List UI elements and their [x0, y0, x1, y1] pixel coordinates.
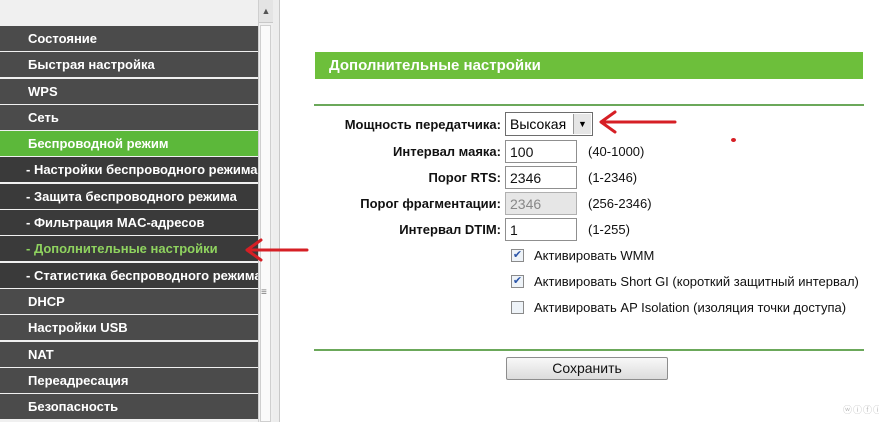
dtim-interval-input[interactable]: [505, 218, 577, 241]
sidebar-item-advanced-settings[interactable]: - Дополнительные настройки: [0, 236, 258, 262]
sidebar-item-security[interactable]: Безопасность: [0, 394, 258, 420]
sidebar-item-dhcp[interactable]: DHCP: [0, 288, 258, 314]
beacon-interval-label: Интервал маяка:: [393, 144, 501, 159]
beacon-interval-input[interactable]: [505, 140, 577, 163]
tx-power-value: Высокая: [510, 116, 567, 132]
dtim-interval-label: Интервал DTIM:: [399, 222, 501, 237]
bottom-divider: [314, 349, 864, 351]
scrollbar-thumb[interactable]: [260, 25, 271, 422]
chevron-down-icon[interactable]: ▼: [573, 114, 591, 134]
sidebar-item-wps[interactable]: WPS: [0, 78, 258, 104]
dtim-interval-hint: (1-255): [588, 222, 630, 237]
tx-power-select[interactable]: Высокая ▼: [505, 112, 593, 136]
save-button[interactable]: Сохранить: [506, 357, 668, 380]
sidebar-item-forwarding[interactable]: Переадресация: [0, 367, 258, 393]
sidebar-item-quick-setup[interactable]: Быстрая настройка: [0, 52, 258, 78]
main-panel: Дополнительные настройки Мощность переда…: [281, 0, 879, 422]
page-title: Дополнительные настройки: [315, 52, 863, 79]
wmm-label: Активировать WMM: [534, 248, 655, 263]
sidebar-scrollbar[interactable]: ▲ ≡: [258, 0, 273, 422]
rts-threshold-input[interactable]: [505, 166, 577, 189]
annotation-dot: [731, 138, 736, 142]
ap-isolation-checkbox[interactable]: [511, 301, 524, 314]
tx-power-label: Мощность передатчика:: [344, 117, 501, 132]
sidebar-item-usb-settings[interactable]: Настройки USB: [0, 315, 258, 341]
fragmentation-threshold-label: Порог фрагментации:: [360, 196, 501, 211]
sidebar-item-wireless-statistics[interactable]: - Статистика беспроводного режима: [0, 262, 258, 288]
sidebar-item-nat[interactable]: NAT: [0, 341, 258, 367]
watermark: ⓦⓘⓕⓘ: [843, 405, 879, 415]
rts-threshold-label: Порог RTS:: [428, 170, 501, 185]
ap-isolation-label: Активировать AP Isolation (изоляция точк…: [534, 300, 847, 315]
rts-threshold-hint: (1-2346): [588, 170, 638, 185]
top-divider: [314, 104, 864, 106]
short-gi-checkbox[interactable]: ✔: [511, 275, 524, 288]
annotation-arrow-icon: [245, 238, 309, 262]
annotation-arrow-icon: [599, 110, 677, 134]
sidebar-item-network[interactable]: Сеть: [0, 104, 258, 130]
sidebar-item-wireless-security[interactable]: - Защита беспроводного режима: [0, 183, 258, 209]
beacon-interval-hint: (40-1000): [588, 144, 645, 159]
sidebar: Состояние Быстрая настройка WPS Сеть Бес…: [0, 0, 258, 422]
grip-icon: ≡: [261, 287, 267, 298]
sidebar-item-wireless[interactable]: Беспроводной режим: [0, 131, 258, 157]
scroll-up-icon[interactable]: ▲: [259, 0, 273, 23]
sidebar-item-mac-filtering[interactable]: - Фильтрация MAC-адресов: [0, 210, 258, 236]
sidebar-item-status[interactable]: Состояние: [0, 26, 258, 51]
short-gi-label: Активировать Short GI (короткий защитный…: [534, 274, 859, 289]
sidebar-item-wireless-settings[interactable]: - Настройки беспроводного режима: [0, 157, 258, 183]
sidebar-menu: Состояние Быстрая настройка WPS Сеть Бес…: [0, 26, 258, 420]
fragmentation-threshold-hint: (256-2346): [588, 196, 652, 211]
wmm-checkbox[interactable]: ✔: [511, 249, 524, 262]
frame-divider[interactable]: [273, 0, 280, 422]
fragmentation-threshold-input: [505, 192, 577, 215]
